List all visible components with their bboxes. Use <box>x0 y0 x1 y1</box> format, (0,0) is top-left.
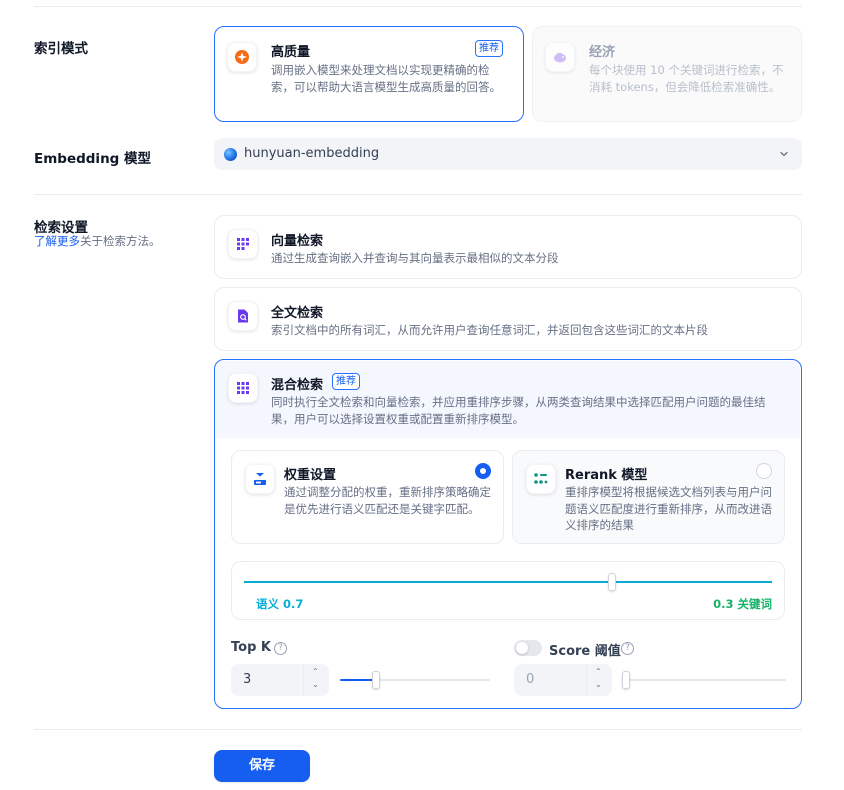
hybrid-search-title: 混合检索 <box>271 378 324 393</box>
top-k-label: Top K <box>231 640 271 655</box>
top-divider <box>34 6 802 7</box>
document-search-icon <box>228 301 258 331</box>
section-divider <box>34 194 802 195</box>
score-threshold-slider-thumb[interactable] <box>622 671 630 689</box>
piggy-bank-icon <box>545 42 575 72</box>
rerank-model-title: Rerank 模型 <box>565 468 648 483</box>
weight-balance-icon <box>245 464 275 494</box>
high-quality-desc: 调用嵌入模型来处理文档以实现更精确的检索，可以帮助大语言模型生成高质量的回答。 <box>271 63 501 94</box>
keyword-weight-label: 0.3 关键词 <box>713 597 772 611</box>
score-threshold-label: Score 阈值 <box>549 644 621 659</box>
recommended-badge: 推荐 <box>475 40 503 57</box>
hybrid-search-desc: 同时执行全文检索和向量检索，并应用重排序步骤，从两类查询结果中选择匹配用户问题的… <box>271 395 766 426</box>
hybrid-grid-icon <box>228 373 258 403</box>
top-k-slider-fill <box>340 679 376 681</box>
rerank-model-desc: 重排序模型将根据候选文档列表与用户问题语义匹配度进行重新排序，从而改进语义排序的… <box>565 485 772 532</box>
rerank-model-radio[interactable] <box>756 463 772 479</box>
weight-slider-panel: 语义 0.7 0.3 关键词 <box>231 561 785 620</box>
vector-search-desc: 通过生成查询嵌入并查询与其向量表示最相似的文本分段 <box>271 251 559 265</box>
recommended-badge: 推荐 <box>332 373 360 390</box>
rerank-dots-icon <box>526 464 556 494</box>
score-threshold-slider-track[interactable] <box>626 679 786 681</box>
weight-settings-desc: 通过调整分配的权重，重新排序策略确定是优先进行语义匹配还是关键字匹配。 <box>284 485 491 516</box>
vector-grid-icon <box>228 229 258 259</box>
rerank-model-option[interactable]: Rerank 模型 重排序模型将根据候选文档列表与用户问题语义匹配度进行重新排序… <box>512 450 785 544</box>
embedding-model-label: Embedding 模型 <box>34 151 152 167</box>
fulltext-search-option[interactable]: 全文检索 索引文档中的所有词汇，从而允许用户查询任意词汇，并返回包含这些词汇的文… <box>214 287 802 351</box>
weight-slider-track[interactable] <box>244 581 772 583</box>
economy-option[interactable]: 经济 每个块使用 10 个关键词进行检索，不消耗 tokens，但会降低检索准确… <box>532 26 802 122</box>
high-quality-option[interactable]: 高质量 推荐 调用嵌入模型来处理文档以实现更精确的检索，可以帮助大语言模型生成高… <box>214 26 524 122</box>
hunyuan-logo-icon <box>224 148 237 161</box>
fulltext-search-title: 全文检索 <box>271 306 324 321</box>
fulltext-search-desc: 索引文档中的所有词汇，从而允许用户查询任意词汇，并返回包含这些词汇的文本片段 <box>271 323 708 337</box>
score-threshold-stepper[interactable]: ⌃ ⌄ <box>586 664 612 696</box>
score-threshold-input[interactable]: 0 ⌃ ⌄ <box>514 664 612 696</box>
weight-settings-title: 权重设置 <box>284 468 337 483</box>
vector-search-title: 向量检索 <box>271 234 324 249</box>
chevron-down-icon[interactable]: ⌄ <box>595 680 602 689</box>
top-k-input[interactable]: 3 ⌃ ⌄ <box>231 664 329 696</box>
top-k-value: 3 <box>243 672 252 687</box>
save-button[interactable]: 保存 <box>214 750 310 782</box>
sparkle-icon <box>227 42 257 72</box>
top-k-stepper[interactable]: ⌃ ⌄ <box>303 664 329 696</box>
weight-settings-option[interactable]: 权重设置 通过调整分配的权重，重新排序策略确定是优先进行语义匹配还是关键字匹配。 <box>231 450 504 544</box>
score-threshold-toggle[interactable] <box>514 640 542 656</box>
weight-slider-thumb[interactable] <box>608 573 616 591</box>
score-threshold-value: 0 <box>526 672 535 687</box>
help-icon[interactable]: ? <box>621 642 634 655</box>
high-quality-title: 高质量 <box>271 45 311 60</box>
chevron-down-icon <box>780 151 788 157</box>
top-k-slider-thumb[interactable] <box>372 671 380 689</box>
chevron-down-icon[interactable]: ⌄ <box>312 680 319 689</box>
vector-search-option[interactable]: 向量检索 通过生成查询嵌入并查询与其向量表示最相似的文本分段 <box>214 215 802 279</box>
retrieval-settings-help: 了解更多关于检索方法。 <box>34 233 161 249</box>
index-mode-label: 索引模式 <box>34 41 88 57</box>
semantic-weight-label: 语义 0.7 <box>256 597 304 611</box>
embedding-model-select[interactable]: hunyuan-embedding <box>214 138 802 170</box>
chevron-up-icon[interactable]: ⌃ <box>595 667 602 676</box>
economy-title: 经济 <box>589 45 616 60</box>
economy-desc: 每个块使用 10 个关键词进行检索，不消耗 tokens，但会降低检索准确性。 <box>589 63 784 94</box>
bottom-divider <box>34 729 802 730</box>
help-icon[interactable]: ? <box>274 642 287 655</box>
weight-settings-radio[interactable] <box>475 463 491 479</box>
embedding-model-value: hunyuan-embedding <box>244 146 380 161</box>
chevron-up-icon[interactable]: ⌃ <box>312 667 319 676</box>
learn-more-suffix: 关于检索方法。 <box>80 234 161 248</box>
learn-more-link[interactable]: 了解更多 <box>34 234 80 248</box>
